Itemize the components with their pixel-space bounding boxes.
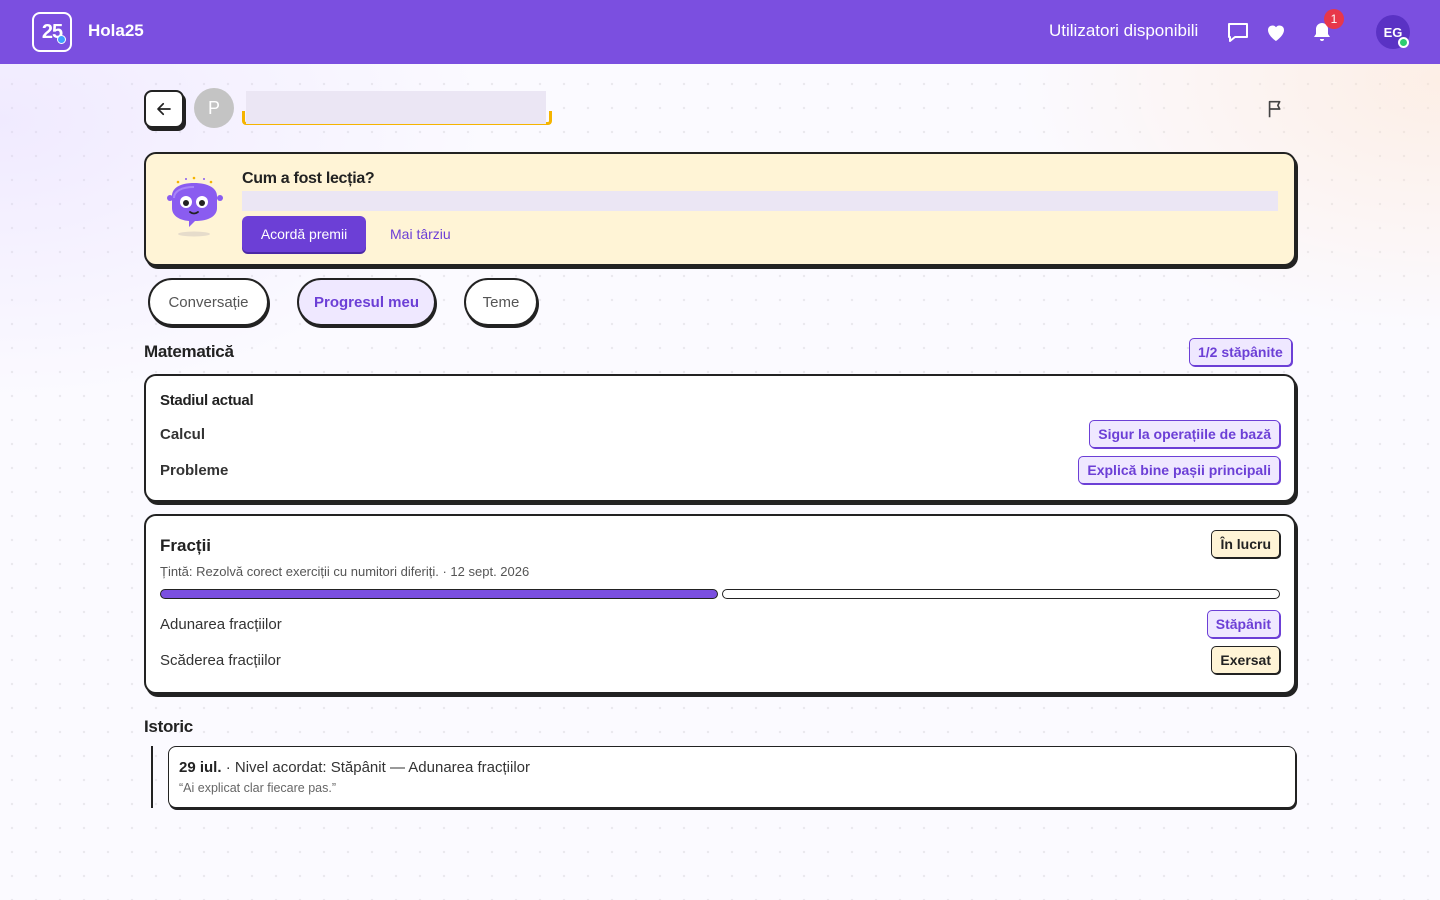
later-link[interactable]: Mai târziu (390, 226, 451, 242)
tab-my-progress[interactable]: Progresul meu (297, 278, 436, 326)
brand-name[interactable]: Hola25 (88, 21, 144, 41)
history-entry-main: 29 iul. · Nivel acordat: Stăpânit — Adun… (179, 759, 530, 776)
arrow-left-icon (157, 102, 171, 116)
stage-row-badge: Explică bine pașii principali (1078, 456, 1280, 484)
users-available-link[interactable]: Utilizatori disponibili (1049, 21, 1198, 41)
online-status-dot (1398, 37, 1409, 48)
stage-row-label: Probleme (160, 462, 229, 479)
top-bar: 25 Hola25 Utilizatori disponibili 1 EG (0, 0, 1440, 64)
chat-icon[interactable] (1226, 20, 1250, 44)
history-entry-text: · Nivel acordat: Stăpânit — Adunarea fra… (221, 759, 531, 776)
topic-title: Fracții (160, 536, 212, 555)
current-stage-card: Stadiul actual Calcul Sigur la operațiil… (144, 374, 1296, 502)
lesson-feedback-card: Cum a fost lecția? Acordă premii Mai târ… (144, 152, 1296, 266)
subject-title: Matematică (144, 342, 234, 361)
history-timeline-line (151, 746, 153, 808)
history-title: Istoric (144, 717, 193, 736)
feedback-title: Cum a fost lecția? (242, 170, 375, 187)
stage-title: Stadiul actual (160, 392, 254, 409)
progress-segment (722, 589, 1280, 599)
peer-avatar: P (194, 88, 234, 128)
stage-row-label: Calcul (160, 426, 206, 443)
app-logo[interactable]: 25 (32, 12, 72, 52)
notification-badge: 1 (1324, 9, 1344, 29)
topic-goal: Țintă: Rezolvă corect exerciții cu numit… (160, 564, 530, 579)
mastered-count-badge: 1/2 stăpânite (1189, 338, 1292, 366)
award-prizes-button[interactable]: Acordă premii (242, 216, 366, 252)
tab-conversation[interactable]: Conversație (148, 278, 269, 326)
history-entry-quote: “Ai explicat clar fiecare pas.” (179, 781, 337, 795)
mascot-icon (167, 176, 223, 237)
skill-status-badge: Exersat (1211, 646, 1280, 674)
peer-name-placeholder (246, 91, 546, 124)
topic-card: Fracții În lucru Țintă: Rezolvă corect e… (144, 514, 1296, 694)
skill-label: Adunarea fracțiilor (160, 616, 282, 633)
history-entry: 29 iul. · Nivel acordat: Stăpânit — Adun… (168, 746, 1296, 808)
skill-label: Scăderea fracțiilor (160, 652, 281, 669)
feedback-text-placeholder (242, 191, 1278, 211)
progress-segment (160, 589, 718, 599)
heart-icon[interactable] (1264, 20, 1288, 44)
skill-status-badge: Stăpânit (1206, 610, 1280, 638)
flag-icon[interactable] (1265, 98, 1287, 120)
topic-status-badge: În lucru (1211, 530, 1280, 558)
history-entry-date: 29 iul. (179, 759, 222, 776)
back-button[interactable] (144, 90, 184, 128)
tab-homework[interactable]: Teme (464, 278, 538, 326)
logo-dot (57, 35, 66, 44)
stage-row-badge: Sigur la operațiile de bază (1089, 420, 1280, 448)
